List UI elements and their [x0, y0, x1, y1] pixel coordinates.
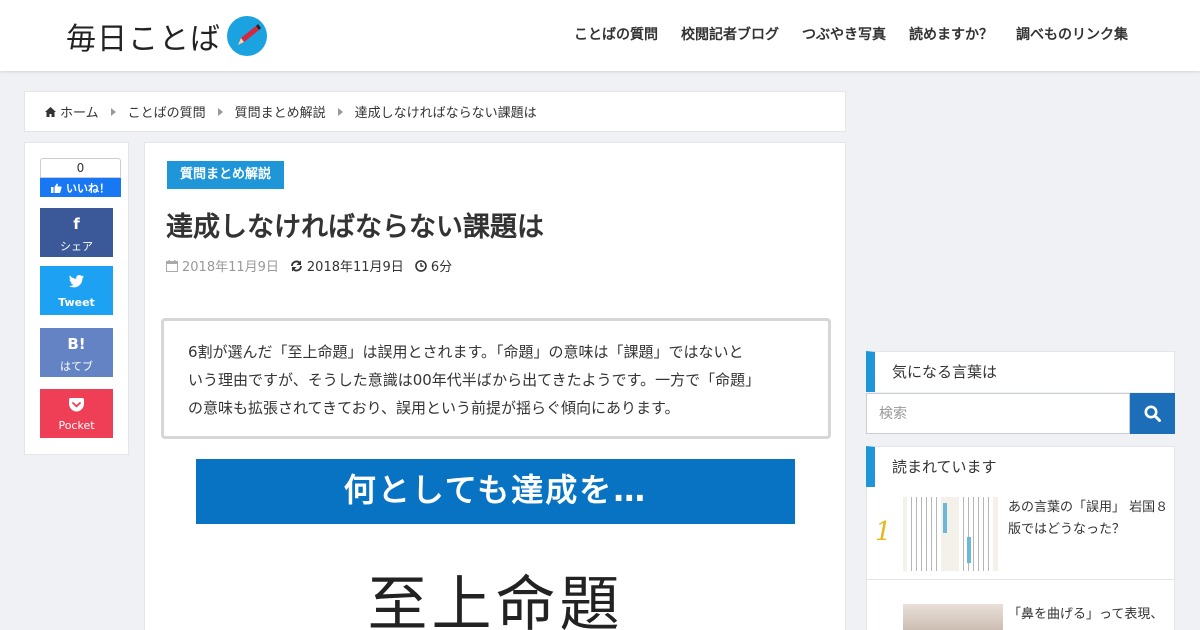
- breadcrumb-current: 達成しなければならない課題は: [354, 106, 537, 121]
- eyecatch-image: 何としても達成を… 至上命題: [196, 459, 795, 630]
- thumbs-up-icon: [51, 183, 62, 193]
- category-badge[interactable]: 質問まとめ解説: [167, 161, 285, 189]
- facebook-icon: f: [73, 215, 80, 233]
- chevron-right-icon: [337, 107, 343, 116]
- ranking-item[interactable]: 1 あの言葉の「誤用」 岩国８版ではどうなった？: [866, 487, 1175, 580]
- nav-item-links[interactable]: 調べものリンク集: [1016, 24, 1128, 44]
- logo-text: 毎日ことば: [66, 22, 221, 57]
- article-summary-box: 6割が選んだ「至上命題」は誤用とされます。「命題」の意味は「課題」ではないと い…: [161, 318, 831, 439]
- nav-item-blog[interactable]: 校閲記者ブログ: [681, 24, 779, 44]
- breadcrumb-category[interactable]: 質問まとめ解説: [235, 102, 326, 121]
- search-button[interactable]: [1130, 393, 1175, 434]
- chevron-right-icon: [110, 107, 116, 116]
- article: 質問まとめ解説 達成しなければならない課題は 2018年11月9日 2018年1…: [144, 142, 846, 630]
- like-count: 0: [40, 158, 121, 178]
- article-title: 達成しなければならない課題は: [166, 212, 544, 243]
- updated-date-text: 2018年11月9日: [306, 260, 404, 275]
- article-meta: 2018年11月9日 2018年11月9日 6分: [166, 256, 463, 275]
- pocket-label: Pocket: [58, 419, 95, 432]
- breadcrumb: ホーム ことばの質問 質問まとめ解説 達成しなければならない課題は: [24, 91, 846, 132]
- summary-line: の意味も拡張されてきており、誤用という前提が揺らぐ傾向にあります。: [188, 399, 680, 417]
- posted-date: 2018年11月9日: [166, 256, 279, 275]
- ranking-item[interactable]: 2 「鼻を曲げる」って表現、: [866, 580, 1175, 630]
- eyecatch-word: 至上命題: [367, 570, 624, 630]
- ranking-title: 「鼻を曲げる」って表現、: [1008, 607, 1164, 622]
- updated-date: 2018年11月9日: [290, 256, 404, 275]
- home-icon: [45, 106, 56, 117]
- nav-item-quiz[interactable]: 読めますか？: [909, 24, 993, 44]
- search-widget-title: 気になる言葉は: [866, 351, 1175, 392]
- breadcrumb-questions[interactable]: ことばの質問: [128, 102, 206, 121]
- like-label: いいね！: [66, 181, 110, 195]
- nav-item-questions[interactable]: ことばの質問: [574, 24, 658, 44]
- site-logo[interactable]: 毎日ことば: [66, 14, 267, 58]
- ranking-widget-title: 読まれています: [866, 446, 1175, 487]
- posted-date-text: 2018年11月9日: [182, 260, 279, 275]
- breadcrumb-home[interactable]: ホーム: [45, 102, 99, 121]
- clock-icon: [415, 259, 427, 272]
- global-nav: ことばの質問 校閲記者ブログ つぶやき写真 読めますか？ 調べものリンク集: [574, 24, 1128, 44]
- search-input[interactable]: [866, 393, 1130, 434]
- twitter-share-label: Tweet: [58, 296, 95, 309]
- search-form: [866, 393, 1175, 434]
- facebook-share-label: シェア: [60, 240, 93, 253]
- refresh-icon: [291, 260, 302, 271]
- pocket-icon: [40, 398, 113, 415]
- twitter-share-button[interactable]: Tweet: [40, 266, 113, 315]
- eyecatch-heading: 何としても達成を…: [196, 459, 795, 524]
- facebook-like-widget[interactable]: 0 いいね！: [40, 158, 121, 198]
- pocket-button[interactable]: Pocket: [40, 389, 113, 438]
- summary-line: 6割が選んだ「至上命題」は誤用とされます。「命題」の意味は「課題」ではないと: [188, 343, 744, 361]
- search-icon: [1144, 405, 1161, 422]
- twitter-bird-icon: [40, 275, 113, 292]
- calendar-icon: [166, 259, 178, 272]
- summary-line: いう理由ですが、そうした意識は00年代半ばから出てきたようです。一方で「命題」: [188, 371, 761, 389]
- site-header: 毎日ことば ことばの質問 校閲記者ブログ つぶやき写真 読めますか？ 調べものリ…: [0, 0, 1200, 71]
- read-time-text: 6分: [430, 260, 453, 275]
- hatena-icon: B!: [67, 335, 86, 353]
- ranking-title: あの言葉の「誤用」 岩国８版ではどうなった？: [1008, 500, 1169, 537]
- ranking-thumbnail: [903, 604, 1003, 630]
- hatena-label: はてブ: [60, 360, 93, 373]
- read-time: 6分: [415, 256, 452, 275]
- hatena-bookmark-button[interactable]: B! はてブ: [40, 328, 113, 377]
- facebook-share-button[interactable]: f シェア: [40, 208, 113, 257]
- chevron-right-icon: [217, 107, 223, 116]
- ranking-thumbnail: [903, 497, 998, 571]
- rank-number: 1: [875, 517, 892, 547]
- pencil-logo-icon: [227, 16, 267, 56]
- nav-item-photos[interactable]: つぶやき写真: [802, 24, 886, 44]
- breadcrumb-home-label: ホーム: [60, 106, 99, 121]
- like-button[interactable]: いいね！: [40, 178, 121, 197]
